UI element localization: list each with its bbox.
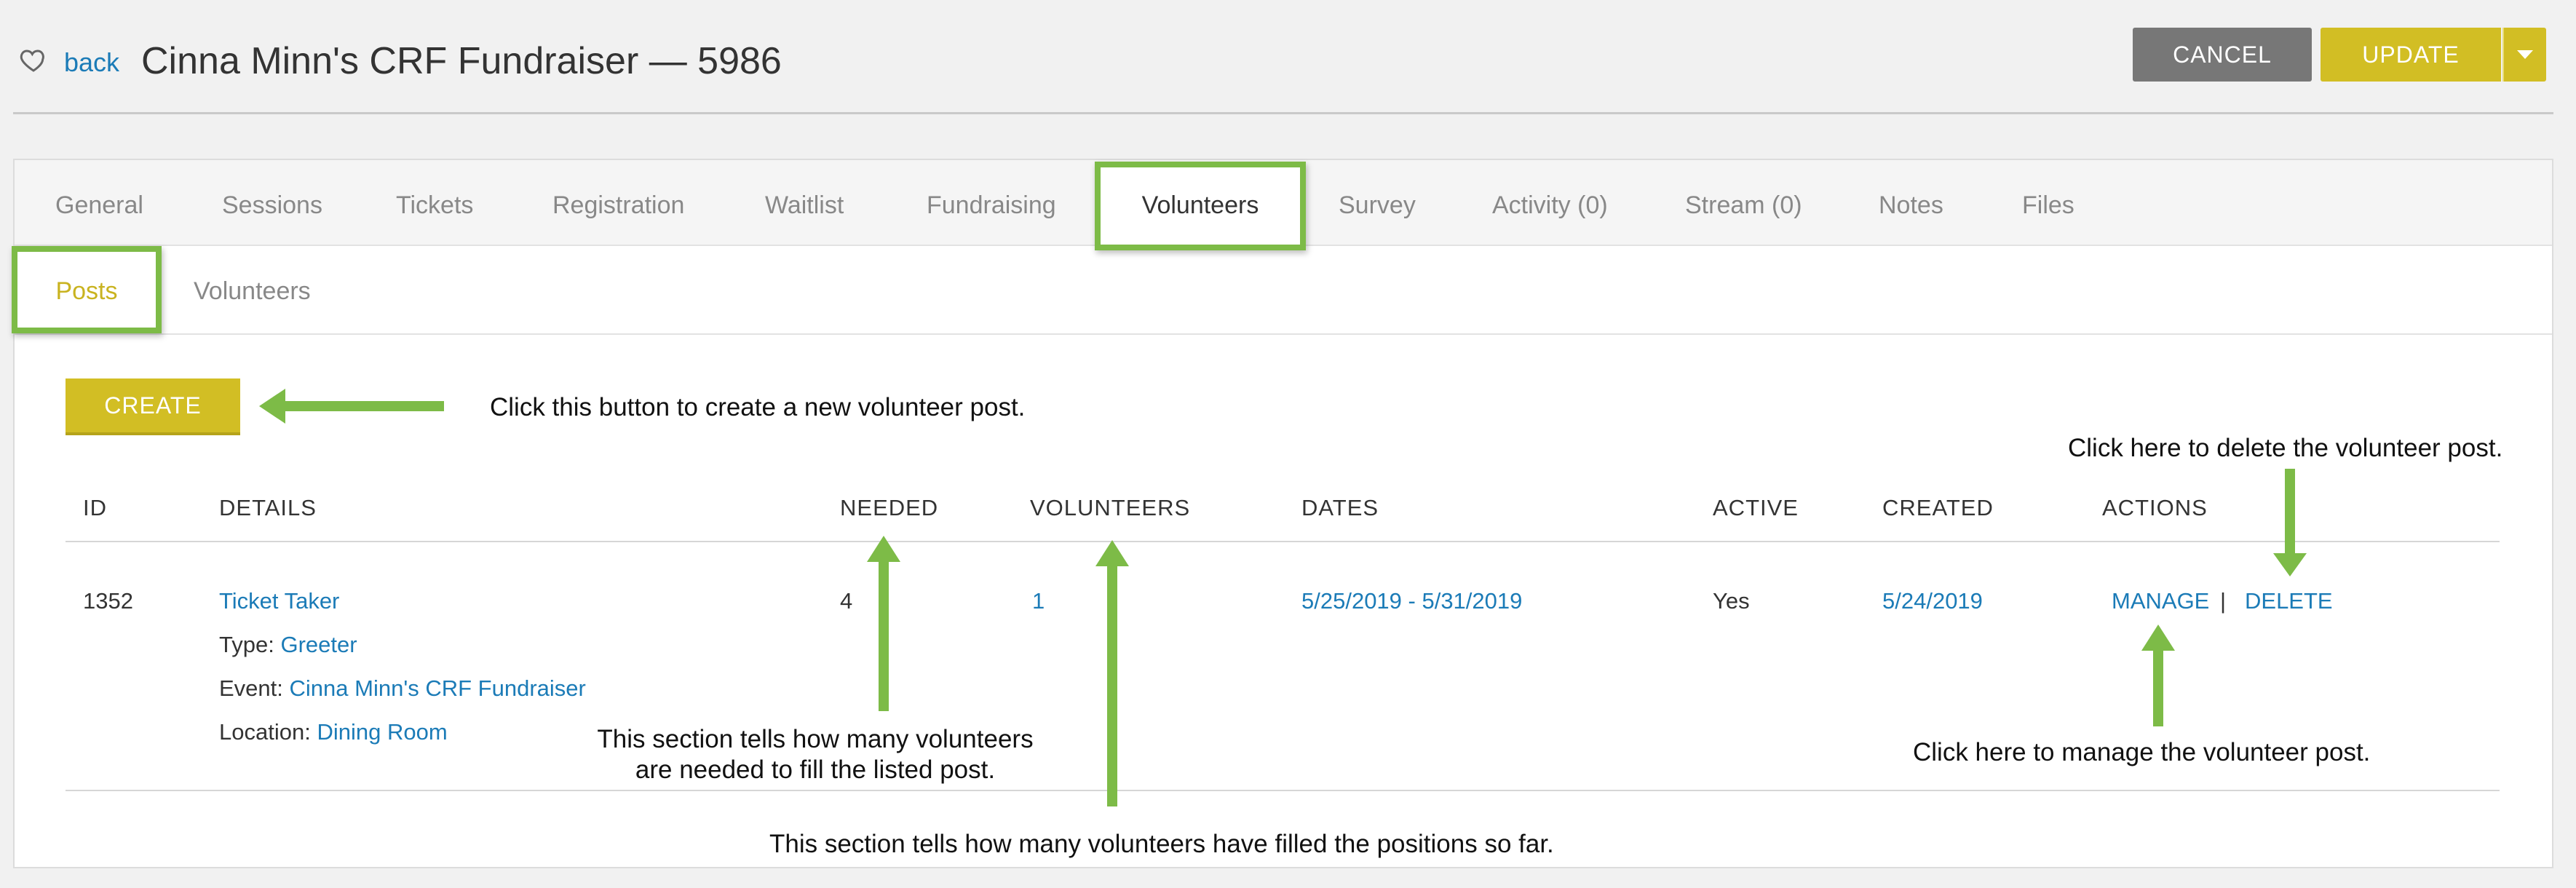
arrow-icon <box>1095 540 1129 806</box>
annotation-arrows <box>259 389 2307 806</box>
arrow-icon <box>259 389 444 424</box>
arrow-icon <box>2273 469 2307 576</box>
arrow-icon <box>867 536 900 711</box>
arrow-icon <box>2141 625 2175 726</box>
